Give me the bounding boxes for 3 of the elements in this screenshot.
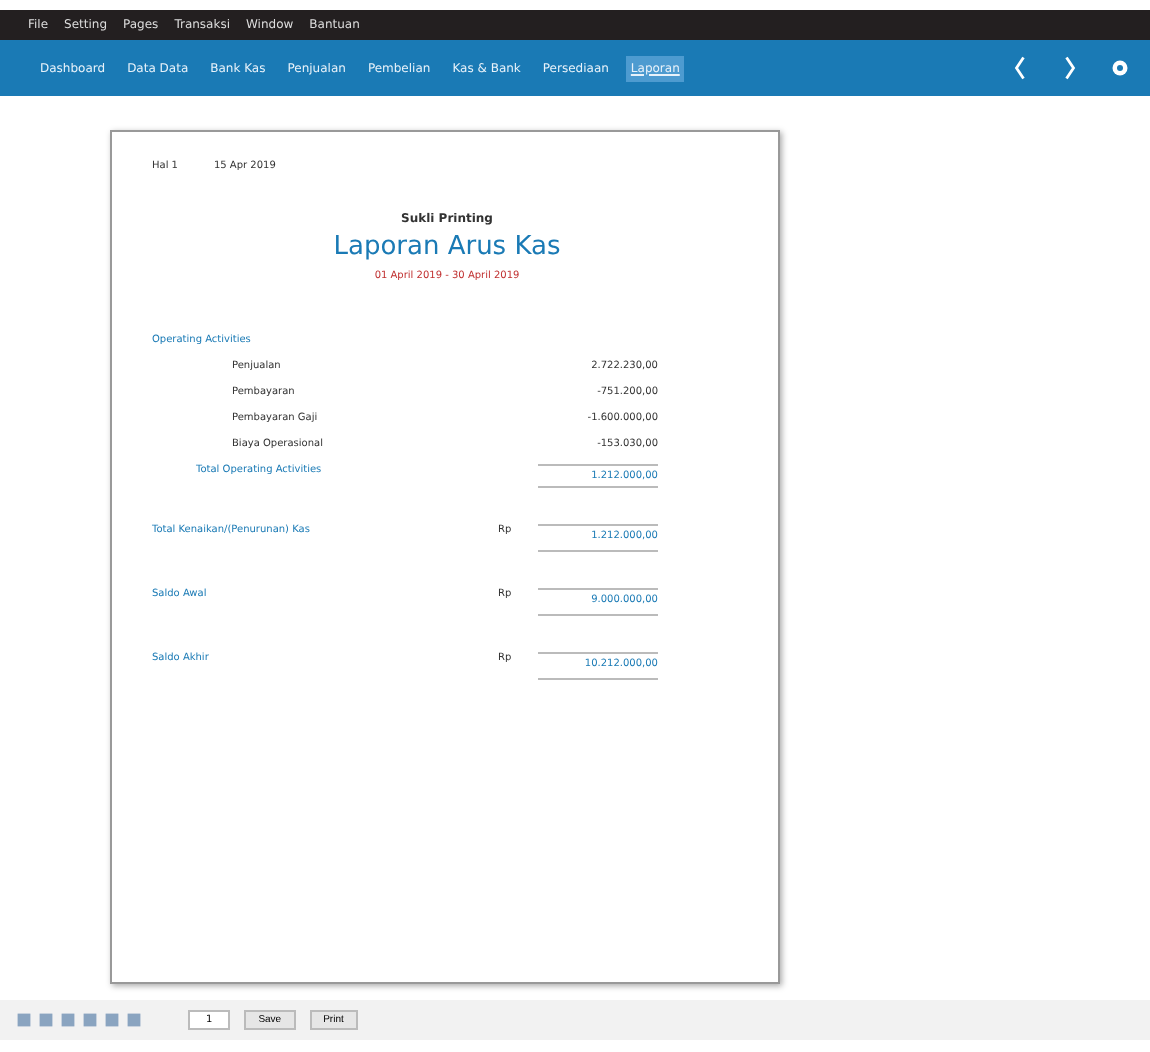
back-icon[interactable] [1010,54,1030,82]
report-title: Laporan Arus Kas [331,232,563,262]
forward-icon[interactable] [1060,54,1080,82]
